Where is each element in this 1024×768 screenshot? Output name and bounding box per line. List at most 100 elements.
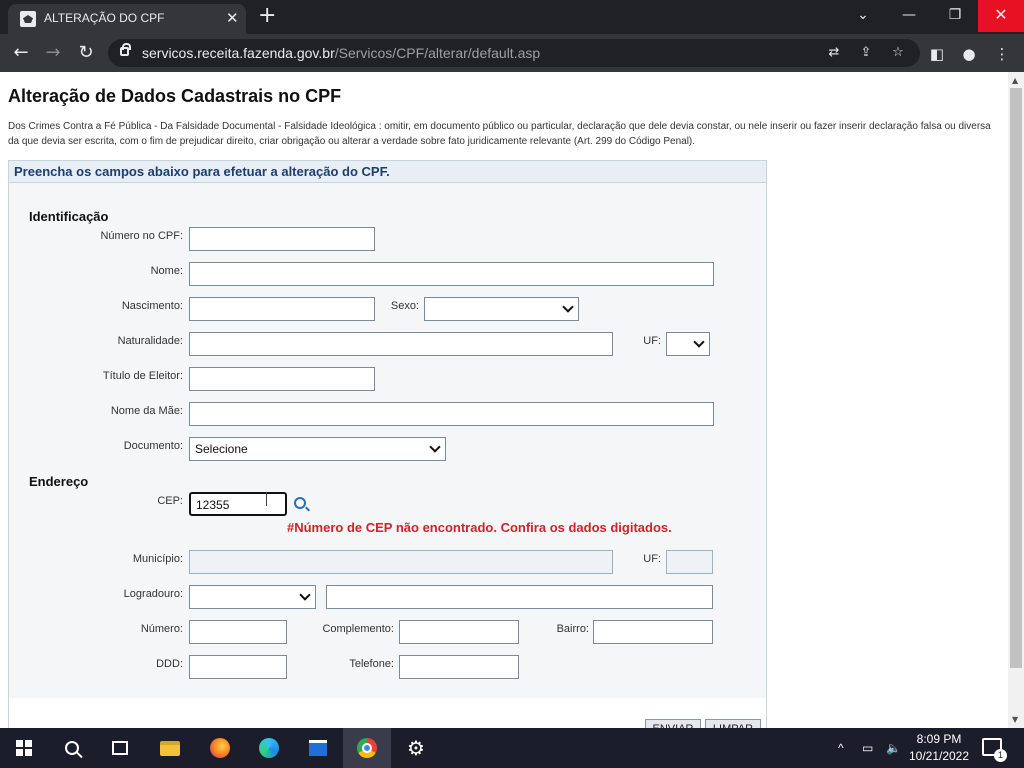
naturalidade-uf-select[interactable] xyxy=(666,332,710,356)
store-button[interactable] xyxy=(294,728,342,768)
more-menu-icon[interactable]: ⋮ xyxy=(991,43,1013,65)
firefox-button[interactable] xyxy=(196,728,244,768)
sexo-label: Sexo: xyxy=(390,300,419,312)
windows-logo-icon xyxy=(16,740,32,756)
section-title-endereco: Endereço xyxy=(29,474,89,489)
chevron-down-icon xyxy=(429,441,441,453)
complemento-input[interactable] xyxy=(399,620,519,644)
search-icon xyxy=(65,741,79,755)
numero-label: Número: xyxy=(140,623,183,635)
volume-icon[interactable]: 🔈 xyxy=(886,728,901,768)
logradouro-label: Logradouro: xyxy=(123,588,183,600)
scroll-thumb[interactable] xyxy=(1010,88,1022,668)
star-icon[interactable]: ☆ xyxy=(888,43,908,63)
titulo-eleitor-label: Título de Eleitor: xyxy=(102,370,183,382)
minimize-window-button[interactable]: — xyxy=(886,0,932,32)
complemento-label: Complemento: xyxy=(322,623,394,635)
clock-time: 8:09 PM xyxy=(916,732,962,746)
documento-label: Documento: xyxy=(123,440,183,452)
url-text[interactable]: servicos.receita.fazenda.gov.br/Servicos… xyxy=(142,45,540,61)
system-clock[interactable]: 8:09 PM 10/21/2022 xyxy=(906,731,972,765)
notification-badge: 1 xyxy=(994,749,1007,762)
cep-input[interactable]: 12355 xyxy=(189,492,287,516)
nome-mae-input[interactable] xyxy=(189,402,714,426)
naturalidade-uf-label: UF: xyxy=(643,335,661,347)
reload-icon[interactable]: ↻ xyxy=(73,40,99,66)
documento-select[interactable]: Selecione xyxy=(189,437,446,461)
form-header-text: Preencha os campos abaixo para efetuar a… xyxy=(14,164,390,179)
enviar-button[interactable]: ENVIAR xyxy=(645,719,701,728)
store-icon xyxy=(309,740,327,756)
chevron-down-icon xyxy=(299,589,311,601)
settings-button[interactable]: ⚙ xyxy=(392,728,440,768)
scroll-down-icon[interactable]: ▼ xyxy=(1012,715,1018,724)
edge-icon xyxy=(259,738,279,758)
share-icon[interactable]: ⇪ xyxy=(856,43,876,63)
forward-arrow-icon[interactable]: → xyxy=(40,40,66,66)
section-title-identificacao: Identificação xyxy=(29,209,109,224)
start-button[interactable] xyxy=(0,728,48,768)
profile-icon[interactable]: ● xyxy=(958,43,980,65)
url-host: servicos.receita.fazenda.gov.br xyxy=(142,45,335,61)
address-bar[interactable]: servicos.receita.fazenda.gov.br/Servicos… xyxy=(108,39,920,67)
logradouro-input[interactable] xyxy=(326,585,713,609)
page-scrollbar[interactable]: ▲ ▼ xyxy=(1008,72,1024,728)
lock-icon[interactable] xyxy=(120,43,131,56)
cpf-form: Preencha os campos abaixo para efetuar a… xyxy=(8,160,767,728)
naturalidade-label: Naturalidade: xyxy=(117,335,183,347)
endereco-uf-label: UF: xyxy=(643,553,661,565)
file-explorer-button[interactable] xyxy=(146,728,194,768)
bairro-label: Bairro: xyxy=(556,623,589,635)
tray-chevron-icon[interactable]: ^ xyxy=(838,728,844,768)
nome-label: Nome: xyxy=(150,265,183,277)
back-arrow-icon[interactable]: ← xyxy=(8,40,34,66)
edge-button[interactable] xyxy=(245,728,293,768)
form-header: Preencha os campos abaixo para efetuar a… xyxy=(9,161,766,183)
task-view-icon xyxy=(112,741,128,755)
tab-title: ALTERAÇÃO DO CPF xyxy=(44,11,165,25)
cep-value: 12355 xyxy=(196,498,230,512)
cep-error-message: #Número de CEP não encontrado. Confira o… xyxy=(287,520,672,535)
chevron-down-icon xyxy=(693,336,705,348)
limpar-button[interactable]: LIMPAR xyxy=(705,719,761,728)
browser-toolbar: ← → ↻ servicos.receita.fazenda.gov.br/Se… xyxy=(0,34,1024,72)
municipio-input[interactable] xyxy=(189,550,613,574)
firefox-icon xyxy=(210,738,230,758)
chrome-icon xyxy=(357,738,377,758)
chevron-down-icon xyxy=(562,301,574,313)
municipio-label: Município: xyxy=(132,553,183,565)
telefone-input[interactable] xyxy=(399,655,519,679)
endereco-uf-input[interactable] xyxy=(666,550,713,574)
cep-label: CEP: xyxy=(157,495,183,507)
titulo-eleitor-input[interactable] xyxy=(189,367,375,391)
cpf-input[interactable] xyxy=(189,227,375,251)
ddd-label: DDD: xyxy=(156,658,183,670)
receita-favicon-icon xyxy=(20,11,36,27)
network-icon[interactable]: ▭ xyxy=(862,728,873,768)
ddd-input[interactable] xyxy=(189,655,287,679)
search-button[interactable] xyxy=(48,728,96,768)
tab-search-chevron-icon[interactable]: ⌄ xyxy=(840,0,886,32)
nascimento-input[interactable] xyxy=(189,297,375,321)
task-view-button[interactable] xyxy=(96,728,144,768)
naturalidade-input[interactable] xyxy=(189,332,613,356)
chrome-button[interactable] xyxy=(343,728,391,768)
scroll-up-icon[interactable]: ▲ xyxy=(1012,76,1018,85)
close-window-button[interactable]: ✕ xyxy=(978,0,1024,32)
side-panel-icon[interactable]: ◧ xyxy=(926,43,948,65)
browser-tab[interactable]: ALTERAÇÃO DO CPF ✕ xyxy=(8,4,246,34)
sexo-select[interactable] xyxy=(424,297,579,321)
url-path: /Servicos/CPF/alterar/default.asp xyxy=(334,45,541,61)
logradouro-type-select[interactable] xyxy=(189,585,316,609)
translate-icon[interactable]: ⇄ xyxy=(824,43,844,63)
nome-input[interactable] xyxy=(189,262,714,286)
text-cursor-icon xyxy=(266,492,267,506)
tab-close-icon[interactable]: ✕ xyxy=(226,9,239,27)
bairro-input[interactable] xyxy=(593,620,713,644)
new-tab-button[interactable]: + xyxy=(258,3,276,28)
search-cep-icon[interactable] xyxy=(294,497,306,509)
legal-warning-text: Dos Crimes Contra a Fé Pública - Da Fals… xyxy=(8,121,991,147)
numero-input[interactable] xyxy=(189,620,287,644)
restore-window-button[interactable]: ❐ xyxy=(932,0,978,32)
gear-icon: ⚙ xyxy=(407,736,425,760)
